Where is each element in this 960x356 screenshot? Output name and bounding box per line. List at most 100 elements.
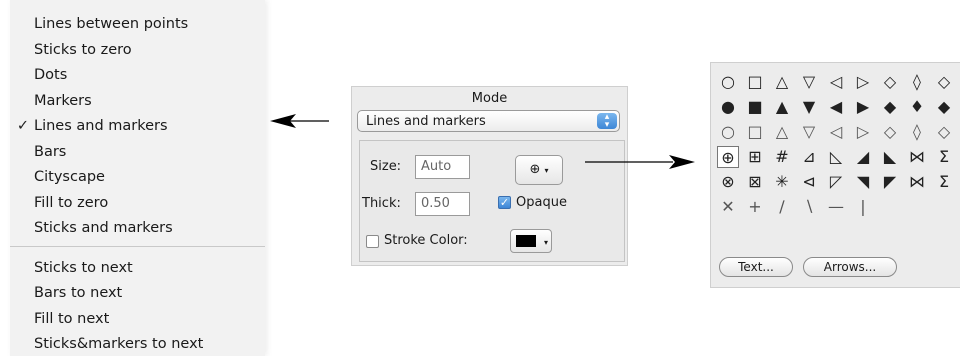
marker-glyph-icon[interactable]: △ <box>771 71 793 93</box>
marker-glyph-icon[interactable]: ◺ <box>825 146 847 168</box>
marker-glyph-icon[interactable]: □ <box>744 71 766 93</box>
marker-glyph-icon[interactable]: Σ <box>933 171 955 193</box>
marker-glyph-icon[interactable]: ⊗ <box>717 171 739 193</box>
marker-glyph-icon[interactable]: ⊠ <box>744 171 766 193</box>
marker-glyph-icon[interactable]: ◁ <box>825 71 847 93</box>
marker-glyph-icon[interactable]: △ <box>771 121 793 143</box>
menu-item[interactable]: Bars to next <box>10 281 265 305</box>
marker-glyph-icon[interactable]: ◆ <box>933 96 955 118</box>
mode-panel: Mode Lines and markers ▴ ▾ Size: Auto ⊕ ▾… <box>351 86 628 266</box>
arrows-button[interactable]: Arrows... <box>803 257 897 277</box>
marker-glyph-icon[interactable]: ◊ <box>906 71 928 93</box>
mode-title: Mode <box>471 91 508 106</box>
marker-glyph-icon[interactable]: ◇ <box>879 71 901 93</box>
marker-glyph-icon[interactable]: ▽ <box>798 71 820 93</box>
marker-glyph-icon[interactable]: ◀ <box>825 96 847 118</box>
menu-item[interactable]: Cityscape <box>10 165 265 189</box>
marker-glyph-icon[interactable]: ○ <box>717 121 739 143</box>
marker-glyph-icon[interactable]: ○ <box>717 71 739 93</box>
marker-glyph-icon[interactable]: ∖ <box>798 196 820 218</box>
size-field[interactable]: Auto <box>415 155 470 179</box>
stroke-color-button[interactable]: ▾ <box>510 229 552 253</box>
marker-glyph-icon[interactable]: ⋈ <box>906 146 928 168</box>
marker-glyph-icon[interactable]: ◊ <box>906 121 928 143</box>
marker-glyph-icon[interactable]: ✕ <box>717 196 739 218</box>
marker-glyph-icon[interactable]: ◆ <box>879 96 901 118</box>
menu-item[interactable]: Markers <box>10 89 265 113</box>
menu-item-label: Sticks to zero <box>34 41 132 58</box>
marker-glyph-icon[interactable]: ◇ <box>933 121 955 143</box>
marker-glyph-icon[interactable]: ◸ <box>825 171 847 193</box>
mode-menu: Lines between points Sticks to zero Dots Ma… <box>10 0 265 356</box>
size-label: Size: <box>370 159 402 174</box>
menu-item-label: Sticks and markers <box>34 220 173 236</box>
marker-glyph-icon[interactable]: ● <box>717 96 739 118</box>
stroke-color-label: Stroke Color: <box>384 233 468 248</box>
marker-glyph-icon[interactable]: □ <box>744 121 766 143</box>
menu-item-label: Fill to next <box>34 310 110 327</box>
opaque-label: Opaque <box>516 195 567 210</box>
menu-item[interactable]: Fill to next <box>10 307 265 331</box>
mode-select[interactable]: Lines and markers ▴ ▾ <box>357 110 620 132</box>
marker-glyph-icon[interactable]: ◣ <box>879 146 901 168</box>
marker-glyph-icon[interactable]: ♦ <box>906 96 928 118</box>
menu-item[interactable]: Dots <box>10 63 265 87</box>
menu-item[interactable]: ✓ Lines and markers <box>10 114 265 138</box>
marker-glyph-icon[interactable]: ✳ <box>771 171 793 193</box>
menu-item-label: Markers <box>34 92 92 109</box>
marker-glyph-icon[interactable]: ◇ <box>879 121 901 143</box>
marker-glyph-icon[interactable]: ⊲ <box>798 171 820 193</box>
menu-item[interactable]: Sticks to next <box>10 256 265 280</box>
marker-glyph-icon[interactable]: ⊞ <box>744 146 766 168</box>
marker-glyph-icon[interactable]: # <box>771 146 793 168</box>
thick-field[interactable]: 0.50 <box>415 192 470 216</box>
marker-glyph-icon[interactable]: ▼ <box>798 96 820 118</box>
marker-glyph-icon[interactable]: Σ <box>933 146 955 168</box>
menu-item-label: Sticks&markers to next <box>34 336 204 352</box>
marker-glyph-icon[interactable]: ◥ <box>852 171 874 193</box>
marker-glyph-icon[interactable]: ▽ <box>798 121 820 143</box>
menu-item-label: Lines between points <box>34 16 189 32</box>
menu-item[interactable]: Sticks to zero <box>10 38 265 62</box>
menu-item[interactable]: Sticks&markers to next <box>10 332 265 356</box>
stroke-color-checkbox[interactable] <box>366 235 379 248</box>
marker-glyph-icon[interactable]: ◢ <box>852 146 874 168</box>
marker-crosshair-icon: ⊕ <box>529 162 541 177</box>
marker-glyph-icon[interactable]: ⊿ <box>798 146 820 168</box>
arrow-to-palette-icon <box>585 155 695 169</box>
menu-item-label: Cityscape <box>34 169 105 185</box>
text-button[interactable]: Text... <box>719 257 793 277</box>
mode-select-value: Lines and markers <box>366 114 486 129</box>
menu-item-label: Fill to zero <box>34 194 109 211</box>
menu-item[interactable]: Bars <box>10 140 265 164</box>
marker-glyph-icon[interactable]: | <box>852 196 874 218</box>
marker-glyph-icon[interactable]: ▶ <box>852 96 874 118</box>
menu-separator <box>10 245 265 247</box>
marker-glyph-icon[interactable]: ■ <box>744 96 766 118</box>
select-stepper-icon: ▴ ▾ <box>597 113 617 130</box>
marker-glyph-icon[interactable]: ◇ <box>933 71 955 93</box>
marker-glyph-icon[interactable]: ▲ <box>771 96 793 118</box>
marker-glyph-icon[interactable]: + <box>744 196 766 218</box>
arrow-to-menu-icon <box>270 114 329 128</box>
marker-picker-button[interactable]: ⊕ ▾ <box>515 155 563 185</box>
color-swatch <box>516 235 536 247</box>
marker-glyph-icon[interactable]: ◁ <box>825 121 847 143</box>
marker-glyph-icon[interactable]: ▷ <box>852 71 874 93</box>
marker-glyph-icon[interactable]: ⊕ <box>717 146 739 168</box>
marker-glyph-icon[interactable]: ⋈ <box>906 171 928 193</box>
marker-glyph-icon[interactable]: ▷ <box>852 121 874 143</box>
chevron-down-icon: ▾ <box>544 166 549 175</box>
chevron-down-icon: ▾ <box>543 238 548 247</box>
marker-glyph-icon[interactable]: ◤ <box>879 171 901 193</box>
marker-glyph-icon[interactable]: — <box>825 196 847 218</box>
menu-item[interactable]: Fill to zero <box>10 191 265 215</box>
thick-label: Thick: <box>362 196 401 211</box>
menu-item[interactable]: Sticks and markers <box>10 216 265 240</box>
marker-glyph-icon[interactable]: ∕ <box>771 196 793 218</box>
menu-item[interactable]: Lines between points <box>10 12 265 36</box>
menu-item-label: Lines and markers <box>34 118 168 134</box>
opaque-checkbox[interactable]: ✓ <box>498 196 511 209</box>
menu-item-label: Sticks to next <box>34 259 133 276</box>
menu-item-label: Dots <box>34 67 68 83</box>
